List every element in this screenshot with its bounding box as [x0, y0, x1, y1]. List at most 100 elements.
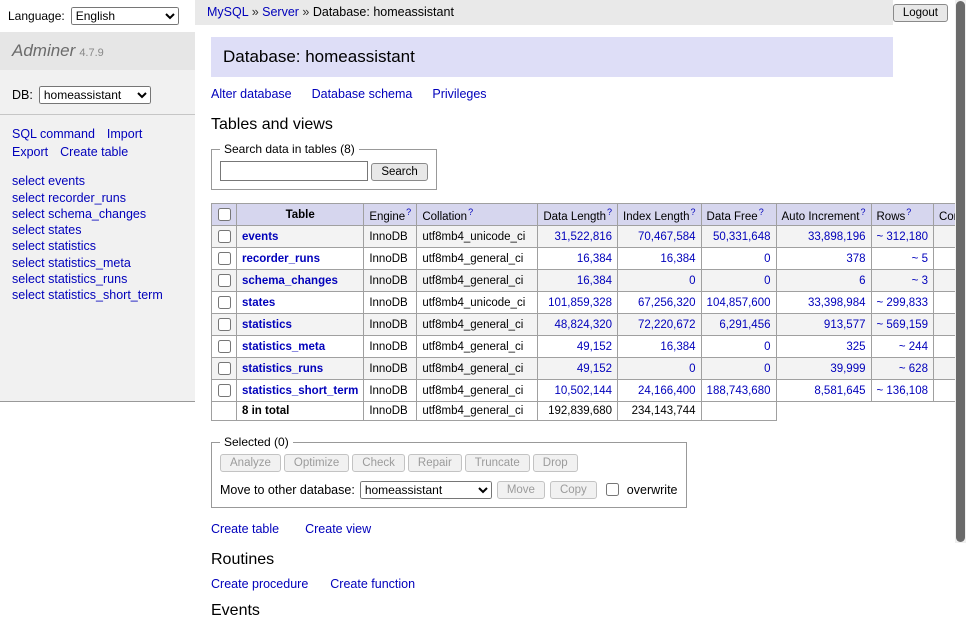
rows-link[interactable]: ~ 136,108 [877, 385, 928, 397]
auto-increment-link[interactable]: 8,581,645 [814, 385, 865, 397]
row-checkbox[interactable] [218, 362, 231, 375]
column-help-link[interactable]: ? [607, 207, 612, 217]
table-name-link[interactable]: statistics_runs [242, 363, 323, 375]
move-db-select[interactable]: homeassistant [360, 481, 492, 499]
link-create-function[interactable]: Create function [330, 577, 415, 591]
data-length-link[interactable]: 16,384 [577, 275, 612, 287]
auto-increment-link[interactable]: 913,577 [824, 319, 866, 331]
breadcrumb-link-mysql[interactable]: MySQL [207, 5, 248, 19]
column-help-link[interactable]: ? [906, 207, 911, 217]
row-checkbox[interactable] [218, 252, 231, 265]
row-checkbox[interactable] [218, 296, 231, 309]
breadcrumb-link-server[interactable]: Server [262, 5, 299, 19]
data-length-link[interactable]: 49,152 [577, 363, 612, 375]
search-input[interactable] [220, 161, 368, 181]
rows-link[interactable]: ~ 628 [899, 363, 928, 375]
column-help-link[interactable]: ? [691, 207, 696, 217]
sidebar-select-statistics-runs[interactable]: select statistics_runs [12, 272, 127, 286]
sidebar-link-sql-command[interactable]: SQL command [12, 127, 95, 141]
data-length-link[interactable]: 31,522,816 [554, 231, 612, 243]
data-length-link[interactable]: 10,502,144 [554, 385, 612, 397]
search-button[interactable]: Search [371, 163, 427, 181]
table-name-link[interactable]: statistics [242, 319, 292, 331]
data-free-link[interactable]: 50,331,648 [713, 231, 771, 243]
sidebar-select-schema-changes[interactable]: select schema_changes [12, 207, 146, 221]
rows-link[interactable]: ~ 3 [912, 275, 928, 287]
db-select[interactable]: homeassistant [39, 86, 151, 104]
table-name-link[interactable]: states [242, 297, 275, 309]
index-length-link[interactable]: 67,256,320 [638, 297, 696, 309]
drop-button[interactable]: Drop [533, 454, 578, 472]
row-checkbox[interactable] [218, 318, 231, 331]
data-free-link[interactable]: 0 [764, 253, 770, 265]
truncate-button[interactable]: Truncate [465, 454, 530, 472]
row-checkbox[interactable] [218, 230, 231, 243]
scrollbar-thumb[interactable] [956, 1, 965, 542]
auto-increment-link[interactable]: 325 [846, 341, 865, 353]
index-length-link[interactable]: 16,384 [660, 253, 695, 265]
data-free-link[interactable]: 0 [764, 275, 770, 287]
link-privileges[interactable]: Privileges [432, 87, 486, 101]
sidebar-link-create-table[interactable]: Create table [60, 145, 128, 159]
sidebar-select-statistics-short-term[interactable]: select statistics_short_term [12, 288, 163, 302]
link-alter-database[interactable]: Alter database [211, 87, 292, 101]
link-database-schema[interactable]: Database schema [312, 87, 413, 101]
link-create-procedure[interactable]: Create procedure [211, 577, 308, 591]
index-length-link[interactable]: 0 [689, 363, 695, 375]
data-free-link[interactable]: 0 [764, 341, 770, 353]
rows-link[interactable]: ~ 299,833 [877, 297, 928, 309]
analyze-button[interactable]: Analyze [220, 454, 281, 472]
data-length-link[interactable]: 48,824,320 [554, 319, 612, 331]
table-name-link[interactable]: schema_changes [242, 275, 338, 287]
sidebar-select-events[interactable]: select events [12, 174, 85, 188]
move-button[interactable]: Move [497, 481, 545, 499]
sidebar-select-statistics-meta[interactable]: select statistics_meta [12, 256, 131, 270]
data-length-link[interactable]: 49,152 [577, 341, 612, 353]
sidebar-select-states[interactable]: select states [12, 223, 81, 237]
link-create-table[interactable]: Create table [211, 522, 279, 536]
index-length-link[interactable]: 0 [689, 275, 695, 287]
index-length-link[interactable]: 72,220,672 [638, 319, 696, 331]
data-free-link[interactable]: 188,743,680 [707, 385, 771, 397]
table-name-link[interactable]: recorder_runs [242, 253, 320, 265]
auto-increment-link[interactable]: 33,898,196 [808, 231, 866, 243]
row-checkbox[interactable] [218, 340, 231, 353]
check-button[interactable]: Check [352, 454, 405, 472]
link-create-view[interactable]: Create view [305, 522, 371, 536]
data-length-link[interactable]: 101,859,328 [548, 297, 612, 309]
index-length-link[interactable]: 70,467,584 [638, 231, 696, 243]
sidebar-link-export[interactable]: Export [12, 145, 48, 159]
language-select[interactable]: English [71, 7, 179, 25]
rows-link[interactable]: ~ 569,159 [877, 319, 928, 331]
table-name-link[interactable]: statistics_meta [242, 341, 325, 353]
rows-link[interactable]: ~ 312,180 [877, 231, 928, 243]
data-free-link[interactable]: 0 [764, 363, 770, 375]
sidebar-link-import[interactable]: Import [107, 127, 142, 141]
row-checkbox[interactable] [218, 274, 231, 287]
scrollbar[interactable] [955, 0, 966, 543]
sidebar-select-statistics[interactable]: select statistics [12, 239, 96, 253]
column-help-link[interactable]: ? [759, 207, 764, 217]
logout-button[interactable]: Logout [893, 4, 948, 22]
copy-button[interactable]: Copy [550, 481, 597, 499]
rows-link[interactable]: ~ 244 [899, 341, 928, 353]
column-help-link[interactable]: ? [468, 207, 473, 217]
rows-link[interactable]: ~ 5 [912, 253, 928, 265]
repair-button[interactable]: Repair [408, 454, 462, 472]
overwrite-checkbox[interactable] [606, 483, 619, 496]
auto-increment-link[interactable]: 39,999 [830, 363, 865, 375]
optimize-button[interactable]: Optimize [284, 454, 349, 472]
column-help-link[interactable]: ? [860, 207, 865, 217]
auto-increment-link[interactable]: 378 [846, 253, 865, 265]
row-checkbox[interactable] [218, 384, 231, 397]
column-help-link[interactable]: ? [406, 207, 411, 217]
auto-increment-link[interactable]: 33,398,984 [808, 297, 866, 309]
index-length-link[interactable]: 16,384 [660, 341, 695, 353]
table-name-link[interactable]: statistics_short_term [242, 385, 358, 397]
auto-increment-link[interactable]: 6 [859, 275, 865, 287]
select-all-checkbox[interactable] [218, 208, 231, 221]
table-name-link[interactable]: events [242, 231, 278, 243]
data-free-link[interactable]: 6,291,456 [719, 319, 770, 331]
data-free-link[interactable]: 104,857,600 [707, 297, 771, 309]
sidebar-select-recorder-runs[interactable]: select recorder_runs [12, 191, 126, 205]
